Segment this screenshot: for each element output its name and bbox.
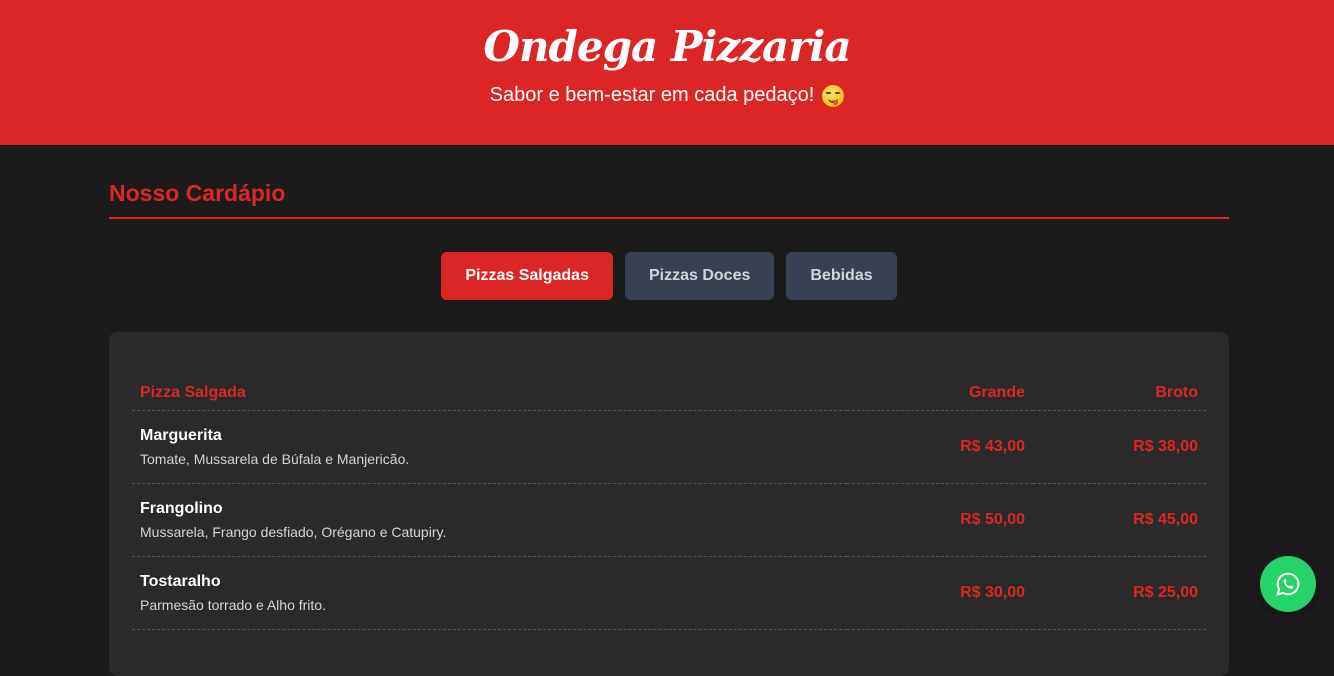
section-title: Nosso Cardápio — [109, 180, 1229, 219]
tagline-text: Sabor e bem-estar em cada pedaço! — [489, 84, 815, 106]
menu-table: Pizza Salgada Grande Broto Marguerita To… — [132, 356, 1206, 630]
whatsapp-button[interactable] — [1260, 556, 1316, 612]
column-header-small: Broto — [1033, 356, 1206, 411]
tagline: Sabor e bem-estar em cada pedaço! — [490, 84, 845, 107]
price-large: R$ 50,00 — [847, 483, 1033, 557]
category-tabs: Pizzas Salgadas Pizzas Doces Bebidas — [109, 252, 1229, 300]
tab-pizzas-doces[interactable]: Pizzas Doces — [624, 252, 775, 300]
tab-bebidas[interactable]: Bebidas — [786, 252, 897, 300]
price-small: R$ 25,00 — [1033, 556, 1206, 630]
item-cell: Frangolino Mussarela, Frango desfiado, O… — [132, 483, 847, 557]
column-header-name: Pizza Salgada — [132, 356, 847, 411]
price-large: R$ 43,00 — [847, 410, 1033, 484]
menu-section: Nosso Cardápio Pizzas Salgadas Pizzas Do… — [109, 145, 1229, 676]
price-large: R$ 30,00 — [847, 556, 1033, 630]
table-row: Frangolino Mussarela, Frango desfiado, O… — [132, 483, 1206, 557]
item-description: Mussarela, Frango desfiado, Orégano e Ca… — [140, 524, 447, 540]
whatsapp-icon — [1276, 572, 1300, 596]
item-name: Tostaralho — [140, 573, 221, 590]
item-name: Frangolino — [140, 500, 223, 517]
savoring-face-emoji-icon — [822, 84, 845, 107]
table-row: Tostaralho Parmesão torrado e Alho frito… — [132, 556, 1206, 630]
table-header-row: Pizza Salgada Grande Broto — [132, 356, 1206, 411]
table-row: Marguerita Tomate, Mussarela de Búfala e… — [132, 410, 1206, 484]
item-description: Parmesão torrado e Alho frito. — [140, 597, 326, 613]
menu-card: Pizza Salgada Grande Broto Marguerita To… — [109, 332, 1229, 676]
price-small: R$ 45,00 — [1033, 483, 1206, 557]
price-small: R$ 38,00 — [1033, 410, 1206, 484]
item-cell: Tostaralho Parmesão torrado e Alho frito… — [132, 556, 847, 630]
tab-pizzas-salgadas[interactable]: Pizzas Salgadas — [441, 252, 613, 300]
item-description: Tomate, Mussarela de Búfala e Manjericão… — [140, 451, 410, 467]
item-cell: Marguerita Tomate, Mussarela de Búfala e… — [132, 410, 847, 484]
site-header: Ondega Pizzaria Sabor e bem-estar em cad… — [0, 0, 1334, 145]
item-name: Marguerita — [140, 427, 222, 444]
column-header-large: Grande — [847, 356, 1033, 411]
brand-logo: Ondega Pizzaria — [483, 22, 851, 71]
